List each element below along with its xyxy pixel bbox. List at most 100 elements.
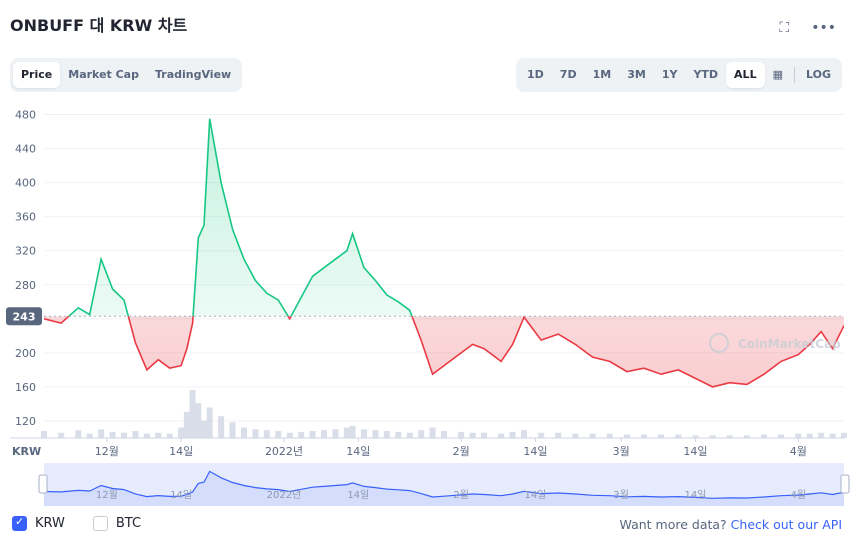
y-tick-label: 200 bbox=[15, 347, 36, 360]
navigator-tick-label: 14일 bbox=[684, 489, 706, 501]
btc-label: BTC bbox=[115, 516, 142, 531]
volume-bar bbox=[406, 432, 413, 438]
volume-bar bbox=[178, 427, 185, 438]
navigator-tick-label: 12월 bbox=[96, 489, 118, 501]
api-prompt: Want more data? bbox=[619, 517, 727, 532]
volume-bar bbox=[132, 431, 139, 438]
volume-bar bbox=[606, 433, 613, 438]
volume-bar bbox=[263, 430, 270, 438]
volume-bar bbox=[218, 416, 225, 438]
volume-bar bbox=[98, 429, 105, 438]
krw-label: KRW bbox=[35, 516, 65, 531]
volume-bar bbox=[121, 432, 127, 438]
volume-bar bbox=[349, 425, 356, 438]
volume-bar bbox=[75, 430, 82, 438]
volume-bar bbox=[286, 432, 293, 438]
x-tick-label: 14일 bbox=[683, 444, 707, 458]
volume-bar bbox=[538, 432, 545, 438]
volume-bar bbox=[298, 431, 305, 438]
navigator-tick-label: 14일 bbox=[170, 489, 192, 501]
volume-bar bbox=[572, 433, 579, 438]
volume-bar bbox=[155, 432, 162, 438]
volume-bar bbox=[383, 431, 390, 438]
volume-bar bbox=[195, 403, 202, 438]
btc-checkbox[interactable] bbox=[92, 516, 108, 531]
volume-bar bbox=[58, 432, 65, 438]
volume-bar bbox=[761, 434, 767, 438]
volume-bar bbox=[189, 390, 196, 438]
volume-bar bbox=[86, 433, 93, 438]
volume-bar bbox=[441, 431, 447, 438]
navigator-tick-label: 14일 bbox=[524, 489, 546, 501]
y-tick-label: 120 bbox=[15, 415, 36, 428]
volume-bar bbox=[143, 433, 150, 438]
x-tick-label: 2월 bbox=[453, 445, 470, 458]
volume-bar bbox=[829, 433, 836, 438]
volume-bar bbox=[372, 430, 379, 438]
x-tick-label: 4월 bbox=[790, 445, 807, 458]
volume-bar bbox=[321, 430, 327, 438]
volume-bar bbox=[109, 431, 116, 438]
price-chart[interactable]: 120 160 200 280 320 360 400 440 480 243 CoinMarket… bbox=[0, 0, 854, 542]
navigator-tick-label: 2022년 bbox=[267, 489, 302, 501]
volume-bar bbox=[658, 434, 665, 438]
y-tick-label: 400 bbox=[15, 177, 36, 190]
navigator-handle-right[interactable] bbox=[840, 474, 850, 494]
api-link[interactable]: Check out our API bbox=[731, 517, 842, 532]
volume-bar bbox=[675, 434, 682, 438]
y-tick-label: 440 bbox=[15, 143, 36, 156]
volume-bar bbox=[521, 430, 527, 438]
y-tick-label: 360 bbox=[15, 211, 36, 224]
navigator-tick-label: 4월 bbox=[791, 489, 807, 501]
volume-bar bbox=[481, 432, 487, 438]
volume-bar bbox=[589, 433, 596, 438]
navigator-tick-label: 14일 bbox=[347, 489, 369, 501]
x-tick-label: 14일 bbox=[523, 444, 547, 458]
volume-bar bbox=[395, 431, 402, 438]
volume-bar bbox=[458, 431, 465, 438]
volume-bar bbox=[309, 431, 316, 438]
volume-bar bbox=[498, 433, 505, 438]
y-tick-label: 280 bbox=[15, 279, 36, 292]
y-tick-label: 320 bbox=[15, 245, 36, 258]
volume-bar bbox=[332, 429, 339, 438]
volume-bar bbox=[361, 429, 367, 438]
volume-bar bbox=[275, 431, 282, 438]
x-tick-label: 3월 bbox=[613, 445, 630, 458]
navigator-tick-label: 2월 bbox=[453, 489, 469, 501]
x-tick-label: 2022년 bbox=[265, 445, 303, 458]
volume-bar bbox=[183, 411, 190, 438]
y-tick-label: 160 bbox=[15, 381, 36, 394]
navigator-handle-left[interactable] bbox=[38, 474, 48, 494]
volume-bar bbox=[509, 431, 516, 438]
y-tick-label: 480 bbox=[15, 109, 36, 122]
volume-bar bbox=[795, 433, 802, 438]
volume-bar bbox=[166, 433, 173, 438]
volume-bar bbox=[418, 430, 425, 438]
volume-bar bbox=[778, 434, 785, 438]
navigator-tick-label: 3월 bbox=[613, 489, 629, 501]
volume-bar bbox=[206, 407, 213, 438]
volume-bar bbox=[555, 432, 562, 438]
krw-checkbox[interactable] bbox=[12, 515, 27, 531]
volume-bar bbox=[252, 429, 259, 438]
volume-bar bbox=[201, 420, 207, 438]
x-tick-label: 14일 bbox=[346, 444, 370, 458]
volume-bar bbox=[229, 422, 236, 438]
volume-bar bbox=[841, 432, 847, 438]
watermark: CoinMarketCap bbox=[738, 337, 841, 351]
volume-bar bbox=[469, 432, 476, 438]
x-tick-label: 12월 bbox=[95, 445, 119, 458]
x-tick-label: 14일 bbox=[169, 444, 193, 458]
volume-bar bbox=[241, 427, 247, 438]
volume-bar bbox=[343, 427, 350, 438]
volume-bar bbox=[641, 434, 647, 438]
x-axis-currency: KRW bbox=[12, 445, 41, 458]
volume-bar bbox=[806, 433, 813, 438]
volume-bar bbox=[623, 434, 630, 438]
current-price-label: 243 bbox=[13, 310, 36, 323]
volume-bar bbox=[818, 432, 825, 438]
volume-bar bbox=[41, 431, 47, 438]
area-below bbox=[44, 316, 844, 387]
volume-bar bbox=[429, 427, 436, 438]
